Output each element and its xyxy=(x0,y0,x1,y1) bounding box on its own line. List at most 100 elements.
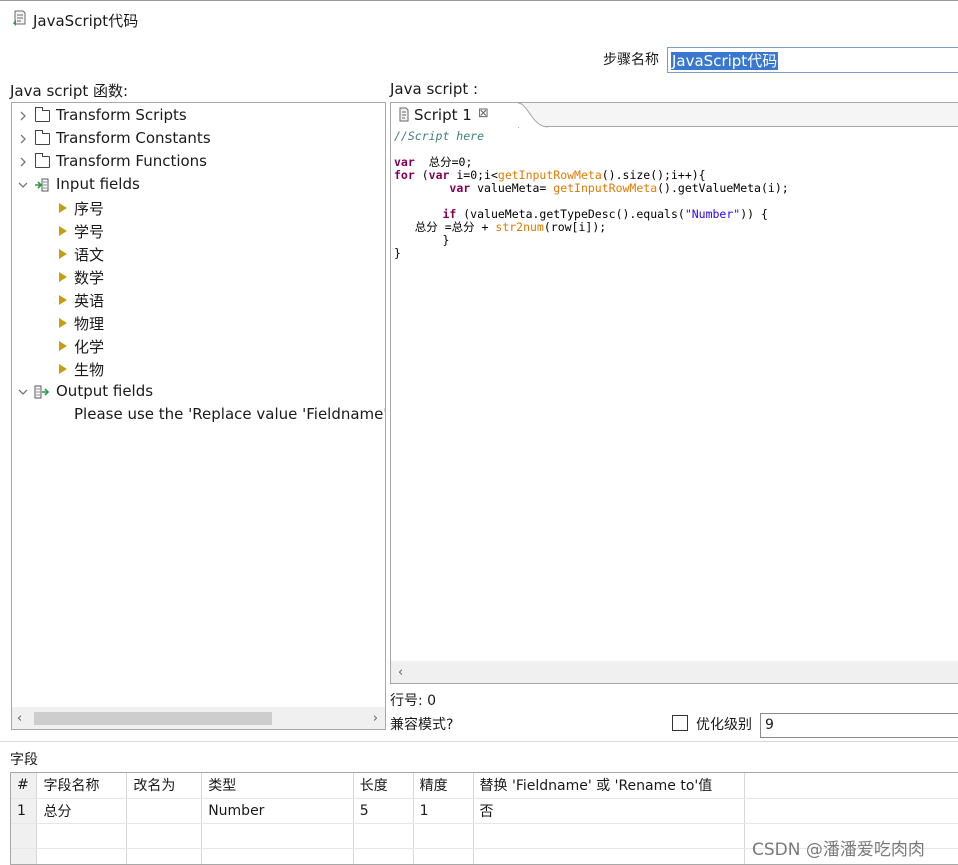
scrollbar-thumb[interactable] xyxy=(34,712,272,725)
tree-item-input-field[interactable]: 化学 xyxy=(12,335,382,357)
code-text: (row[i]); xyxy=(543,220,607,234)
output-fields-icon xyxy=(34,385,50,399)
tree-item-input-field[interactable]: 序号 xyxy=(12,197,382,219)
field-icon xyxy=(59,249,67,259)
cell-length[interactable]: 5 xyxy=(353,798,414,824)
field-icon xyxy=(59,364,67,374)
code-text: ().getValueMeta(i); xyxy=(657,181,789,195)
tree-item-output-fields[interactable]: Output fields xyxy=(12,381,382,403)
optimization-label: 优化级别 xyxy=(696,717,752,733)
tab-strip: Script 1 ⊠ xyxy=(391,103,958,128)
tree-item-transform-constants[interactable]: Transform Constants xyxy=(12,128,382,150)
top-border xyxy=(0,0,958,1)
cell-empty xyxy=(744,798,958,824)
code-content[interactable]: //Script here var 总分=0; for (var i=0;i<g… xyxy=(394,130,789,260)
cell-empty xyxy=(353,848,414,864)
code-text: i=0;i< xyxy=(449,168,498,182)
tree-label: 数学 xyxy=(74,269,105,287)
watermark: CSDN @潘潘爱吃肉肉 xyxy=(752,840,925,860)
output-fields-note: Please use the 'Replace value 'Fieldname… xyxy=(74,405,385,423)
code-text: )) { xyxy=(740,207,768,221)
column-header[interactable]: 字段名称 xyxy=(36,773,128,799)
code-text: 总分 =总分 + xyxy=(394,220,496,234)
function-tree[interactable]: Transform Scripts Transform Constants Tr… xyxy=(11,102,386,730)
cell-empty xyxy=(413,848,474,864)
close-icon[interactable]: ⊠ xyxy=(478,106,489,121)
functions-panel-label: Java script 函数: xyxy=(10,82,129,100)
step-name-input[interactable]: JavaScript代码 xyxy=(667,47,958,73)
field-icon xyxy=(59,341,67,351)
chevron-right-icon[interactable] xyxy=(18,157,28,167)
tree-item-input-field[interactable]: 语文 xyxy=(12,243,382,265)
cell-empty xyxy=(126,823,203,849)
field-icon xyxy=(59,203,67,213)
column-header[interactable]: # xyxy=(11,773,38,799)
tree-label: Transform Functions xyxy=(56,152,207,170)
tree-label: 学号 xyxy=(74,223,105,241)
scroll-right-icon[interactable]: › xyxy=(373,711,378,726)
tree-item-input-field[interactable]: 学号 xyxy=(12,220,382,242)
tree-label: Transform Constants xyxy=(56,129,211,147)
cell-precision[interactable]: 1 xyxy=(413,798,474,824)
code-function: str2num xyxy=(495,220,544,234)
input-fields-icon xyxy=(35,178,49,192)
chevron-down-icon[interactable] xyxy=(18,387,28,397)
code-keyword: var xyxy=(394,155,415,169)
window-title: JavaScript代码 xyxy=(33,12,139,30)
scroll-left-icon[interactable]: ‹ xyxy=(398,665,403,680)
cell-type[interactable]: Number xyxy=(201,798,354,824)
code-text: 总分=0; xyxy=(414,155,473,169)
tree-label: 生物 xyxy=(74,361,105,379)
chevron-down-icon[interactable] xyxy=(18,180,28,190)
code-text: (valueMeta.getTypeDesc().equals( xyxy=(456,207,685,221)
code-keyword: var xyxy=(428,168,450,182)
column-header[interactable]: 替换 'Fieldname' 或 'Rename to'值 xyxy=(473,773,746,799)
tree-item-transform-scripts[interactable]: Transform Scripts xyxy=(12,105,382,127)
tree-item-input-field[interactable]: 数学 xyxy=(12,266,382,288)
optimization-level-input[interactable]: 9 xyxy=(760,713,958,738)
cell-rename-to[interactable] xyxy=(126,798,203,824)
tree-item-transform-functions[interactable]: Transform Functions xyxy=(12,151,382,173)
column-header-empty xyxy=(744,773,958,799)
cell-empty xyxy=(36,848,128,864)
field-icon xyxy=(59,318,67,328)
optimization-checkbox[interactable] xyxy=(672,715,688,731)
fields-label: 字段 xyxy=(10,752,38,768)
script-editor[interactable]: Script 1 ⊠ //Script here var 总分=0; for (… xyxy=(390,102,958,684)
editor-horizontal-scrollbar[interactable]: ‹ xyxy=(391,661,958,683)
tree-item-input-field[interactable]: 生物 xyxy=(12,358,382,380)
cell-empty xyxy=(353,823,414,849)
cell-empty xyxy=(201,848,354,864)
code-keyword: if xyxy=(442,207,457,221)
table-header-row: # 字段名称 改名为 类型 长度 精度 替换 'Fieldname' 或 'Re… xyxy=(11,773,958,799)
cell-empty xyxy=(413,823,474,849)
code-text: ( xyxy=(414,168,429,182)
tree-item-input-field[interactable]: 英语 xyxy=(12,289,382,311)
scroll-left-icon[interactable]: ‹ xyxy=(17,711,22,726)
field-icon xyxy=(59,226,67,236)
tree-label: Output fields xyxy=(56,382,154,400)
chevron-right-icon[interactable] xyxy=(18,111,28,121)
code-keyword: var xyxy=(449,181,471,195)
row-number: 1 xyxy=(11,798,38,824)
tree-label: Transform Scripts xyxy=(56,106,187,124)
tree-item-input-field[interactable]: 物理 xyxy=(12,312,382,334)
cell-empty xyxy=(473,823,746,849)
separator xyxy=(0,741,958,742)
tree-label: 语文 xyxy=(74,246,105,264)
code-function: getInputRowMeta xyxy=(553,181,658,195)
column-header[interactable]: 长度 xyxy=(353,773,414,799)
column-header[interactable]: 改名为 xyxy=(126,773,203,799)
cell-empty xyxy=(126,848,203,864)
column-header[interactable]: 类型 xyxy=(201,773,354,799)
cell-replace[interactable]: 否 xyxy=(473,798,746,824)
folder-icon xyxy=(34,107,50,122)
table-row[interactable]: 1 总分 Number 5 1 否 xyxy=(11,798,958,824)
column-header[interactable]: 精度 xyxy=(413,773,474,799)
tree-item-input-fields[interactable]: Input fields xyxy=(12,174,382,196)
tree-horizontal-scrollbar[interactable]: ‹ › xyxy=(12,707,385,729)
tab-script-1[interactable]: Script 1 ⊠ xyxy=(391,103,519,128)
code-function: getInputRowMeta xyxy=(497,168,602,182)
chevron-right-icon[interactable] xyxy=(18,134,28,144)
cell-field-name[interactable]: 总分 xyxy=(36,798,128,824)
